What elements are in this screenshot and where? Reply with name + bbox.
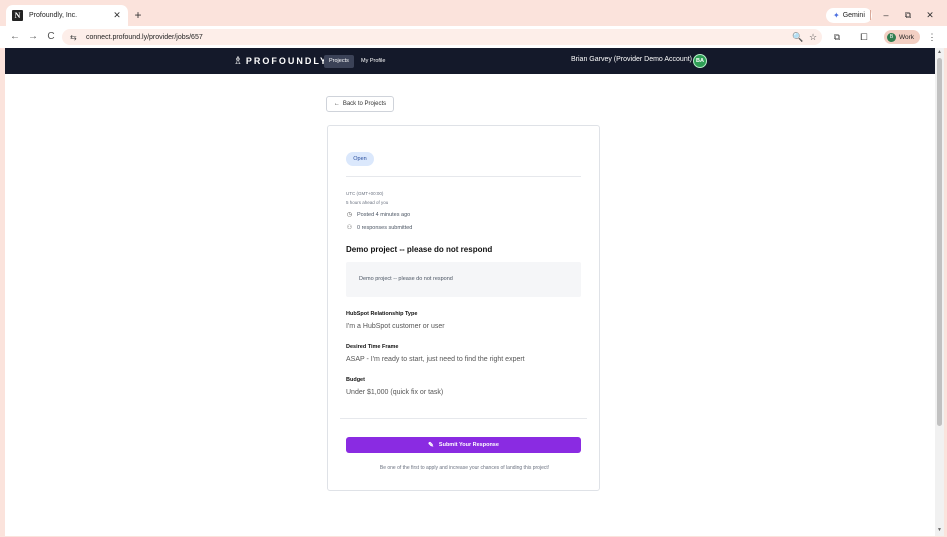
project-title: Demo project -- please do not respond	[346, 245, 493, 254]
profile-button[interactable]: B Work	[884, 30, 921, 44]
site-settings-icon[interactable]: ⇆	[70, 33, 80, 42]
timezone-text: UTC (GMT+00:00)	[346, 191, 384, 196]
responses-text: 0 responses submitted	[357, 224, 413, 231]
back-icon[interactable]: ←	[8, 30, 22, 44]
tab-title: Profoundly, Inc.	[29, 12, 78, 19]
browser-tab[interactable]: N Profoundly, Inc. ✕	[6, 5, 128, 26]
submit-label: Submit Your Response	[438, 442, 499, 448]
browser-menu-icon[interactable]: ⋮	[925, 30, 939, 44]
gemini-label: Gemini	[842, 12, 865, 19]
new-tab-button[interactable]: +	[131, 8, 145, 22]
edit-icon: ✎	[428, 442, 434, 449]
responses-row: ⚇ 0 responses submitted	[346, 224, 413, 232]
browser-tabstrip: N Profoundly, Inc. ✕ + ✦ Gemini – ⧉ ✕	[0, 0, 947, 26]
submit-response-button[interactable]: ✎ Submit Your Response	[346, 437, 581, 453]
reload-icon[interactable]: C	[44, 30, 58, 44]
user-name[interactable]: Brian Garvey (Provider Demo Account)	[571, 56, 692, 63]
time-offset-text: 5 hours ahead of you	[346, 200, 389, 205]
zoom-icon[interactable]: 🔍	[791, 30, 805, 44]
users-icon: ⚇	[346, 225, 353, 231]
brand-logo[interactable]: ♗ PROFOUNDLY	[233, 55, 328, 67]
address-bar[interactable]: ⇆ connect.profound.ly/provider/jobs/657	[62, 29, 822, 45]
restore-icon[interactable]: ⧉	[901, 8, 915, 22]
back-to-projects-button[interactable]: ← Back to Projects	[326, 96, 394, 112]
project-description: Demo project -- please do not respond	[346, 262, 581, 297]
brand-name: PROFOUNDLY	[245, 56, 329, 66]
apply-hint: Be one of the first to apply and increas…	[379, 465, 550, 471]
profile-avatar: B	[887, 32, 896, 42]
page-scrollbar[interactable]: ▲ ▼	[935, 48, 944, 536]
extensions-icon[interactable]: ⧉	[830, 30, 844, 44]
url-text[interactable]: connect.profound.ly/provider/jobs/657	[86, 34, 203, 41]
page-viewport: ♗ PROFOUNDLY Projects My Profile Brian G…	[5, 48, 935, 536]
window-controls-divider	[870, 10, 871, 20]
field-value-timeframe: ASAP - I'm ready to start, just need to …	[346, 356, 525, 363]
brand-mark-icon: ♗	[233, 55, 243, 67]
close-window-icon[interactable]: ✕	[923, 8, 937, 22]
project-card: Open UTC (GMT+00:00) 5 hours ahead of yo…	[327, 125, 600, 491]
field-value-relationship: I'm a HubSpot customer or user	[346, 323, 445, 330]
field-label-budget: Budget	[346, 377, 365, 383]
description-text: Demo project -- please do not respond	[359, 276, 453, 282]
card-divider-top	[346, 176, 581, 177]
back-label: Back to Projects	[342, 101, 387, 107]
app-navbar: ♗ PROFOUNDLY Projects My Profile Brian G…	[5, 48, 935, 74]
posted-text: Posted 4 minutes ago	[357, 211, 411, 218]
gemini-icon: ✦	[833, 11, 840, 20]
user-avatar[interactable]: BA	[693, 54, 707, 68]
field-value-budget: Under $1,000 (quick fix or task)	[346, 389, 444, 396]
clock-icon: ◷	[346, 212, 353, 218]
split-view-icon[interactable]: ⧠	[857, 30, 871, 44]
forward-icon[interactable]: →	[26, 30, 40, 44]
minimize-icon[interactable]: –	[879, 8, 893, 22]
nav-my-profile[interactable]: My Profile	[356, 55, 390, 68]
field-label-relationship: HubSpot Relationship Type	[346, 311, 418, 317]
gemini-button[interactable]: ✦ Gemini	[826, 8, 872, 23]
arrow-left-icon: ←	[333, 101, 340, 107]
nav-projects[interactable]: Projects	[324, 55, 354, 68]
posted-row: ◷ Posted 4 minutes ago	[346, 211, 411, 219]
field-label-timeframe: Desired Time Frame	[346, 344, 399, 350]
favicon-icon: N	[12, 10, 23, 21]
browser-toolbar: ← → C ⇆ connect.profound.ly/provider/job…	[0, 26, 947, 48]
scrollbar-thumb[interactable]	[937, 58, 942, 426]
tab-close-icon[interactable]: ✕	[112, 10, 122, 21]
profile-label: Work	[899, 33, 915, 41]
bookmark-star-icon[interactable]: ☆	[806, 30, 820, 44]
card-divider-bottom	[340, 418, 587, 419]
scroll-up-icon[interactable]: ▲	[936, 49, 943, 55]
status-badge: Open	[346, 152, 374, 166]
scroll-down-icon[interactable]: ▼	[936, 527, 943, 533]
